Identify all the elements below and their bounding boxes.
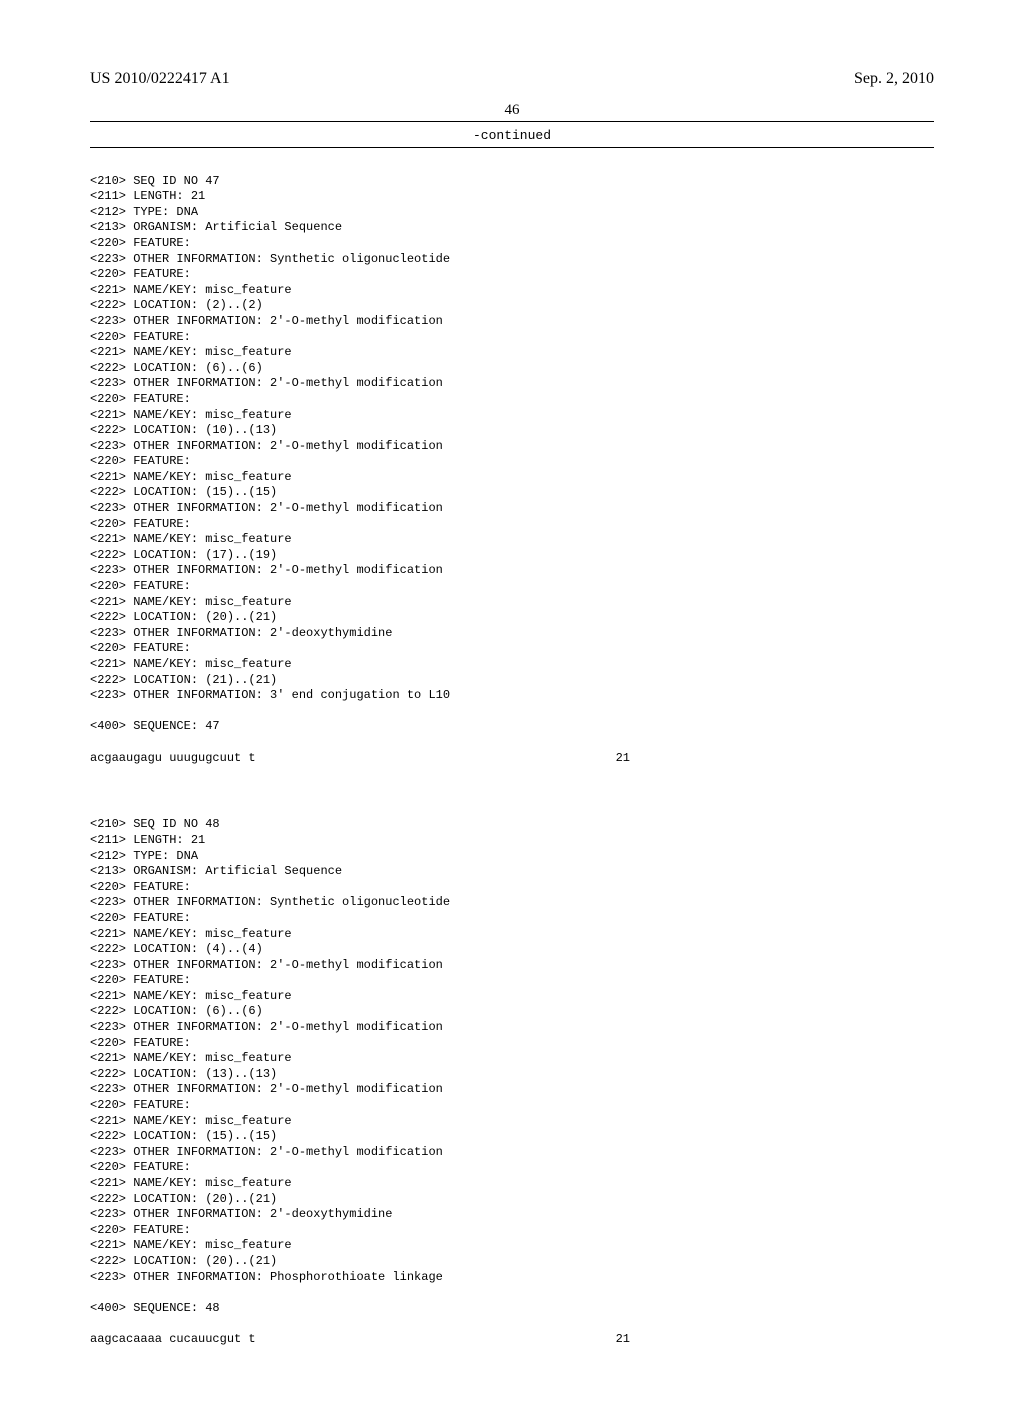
seq47-line: <221> NAME/KEY: misc_feature [90,345,292,359]
seq48-line: <221> NAME/KEY: misc_feature [90,927,292,941]
seq47-line: <210> SEQ ID NO 47 [90,174,220,188]
page-container: US 2010/0222417 A1 Sep. 2, 2010 46 -cont… [0,0,1024,1423]
seq47-line: <220> FEATURE: [90,579,191,593]
rule-top [90,121,934,122]
seq48-line: <222> LOCATION: (20)..(21) [90,1192,277,1206]
seq48-sequence-row: aagcacaaaa cucauucgut t 21 [90,1332,630,1348]
seq47-line: <223> OTHER INFORMATION: 3' end conjugat… [90,688,450,702]
seq47-line: <213> ORGANISM: Artificial Sequence [90,220,342,234]
seq47-line: <222> LOCATION: (15)..(15) [90,485,277,499]
seq47-line: <222> LOCATION: (6)..(6) [90,361,263,375]
seq47-line: <221> NAME/KEY: misc_feature [90,470,292,484]
seq47-line: <223> OTHER INFORMATION: 2'-O-methyl mod… [90,376,443,390]
rule-bottom [90,147,934,148]
seq47-line: <223> OTHER INFORMATION: 2'-O-methyl mod… [90,439,443,453]
seq47-line: <220> FEATURE: [90,236,191,250]
seq47-line: <220> FEATURE: [90,454,191,468]
seq47-sequence: acgaaugagu uuugugcuut t [90,751,256,767]
seq48-line: <221> NAME/KEY: misc_feature [90,1114,292,1128]
seq47-line: <223> OTHER INFORMATION: 2'-O-methyl mod… [90,563,443,577]
publication-date: Sep. 2, 2010 [854,70,934,88]
seq48-line: <222> LOCATION: (20)..(21) [90,1254,277,1268]
seq47-line: <220> FEATURE: [90,641,191,655]
seq48-line: <221> NAME/KEY: misc_feature [90,1176,292,1190]
seq47-line: <221> NAME/KEY: misc_feature [90,283,292,297]
seq47-line: <223> OTHER INFORMATION: 2'-deoxythymidi… [90,626,392,640]
seq47-line: <222> LOCATION: (21)..(21) [90,673,277,687]
seq48-line: <213> ORGANISM: Artificial Sequence [90,864,342,878]
seq48-line: <222> LOCATION: (4)..(4) [90,942,263,956]
seq48-line: <223> OTHER INFORMATION: 2'-O-methyl mod… [90,1145,443,1159]
seq47-line: <222> LOCATION: (10)..(13) [90,423,277,437]
seq47-line: <220> FEATURE: [90,392,191,406]
seq48-line: <220> FEATURE: [90,1098,191,1112]
seq48-line: <223> OTHER INFORMATION: 2'-O-methyl mod… [90,1020,443,1034]
seq48-sequence-label: <400> SEQUENCE: 48 [90,1301,220,1315]
seq48-line: <221> NAME/KEY: misc_feature [90,1238,292,1252]
seq47-line: <221> NAME/KEY: misc_feature [90,532,292,546]
seq48-line: <212> TYPE: DNA [90,849,198,863]
seq47-line: <222> LOCATION: (2)..(2) [90,298,263,312]
publication-number: US 2010/0222417 A1 [90,70,230,88]
seq47-sequence-label: <400> SEQUENCE: 47 [90,719,220,733]
seq47-sequence-length: 21 [600,751,630,767]
seq47-line: <223> OTHER INFORMATION: 2'-O-methyl mod… [90,501,443,515]
seq48-line: <223> OTHER INFORMATION: 2'-deoxythymidi… [90,1207,392,1221]
seq48-sequence-length: 21 [600,1332,630,1348]
seq48-line: <220> FEATURE: [90,880,191,894]
seq48-line: <222> LOCATION: (13)..(13) [90,1067,277,1081]
seq48-line: <223> OTHER INFORMATION: 2'-O-methyl mod… [90,958,443,972]
seq48-line: <220> FEATURE: [90,1160,191,1174]
seq48-line: <211> LENGTH: 21 [90,833,205,847]
seq-block-47: <210> SEQ ID NO 47 <211> LENGTH: 21 <212… [90,158,934,782]
seq48-line: <223> OTHER INFORMATION: 2'-O-methyl mod… [90,1082,443,1096]
seq-block-48: <210> SEQ ID NO 48 <211> LENGTH: 21 <212… [90,802,934,1363]
seq48-line: <220> FEATURE: [90,1223,191,1237]
seq47-line: <220> FEATURE: [90,267,191,281]
seq47-line: <223> OTHER INFORMATION: Synthetic oligo… [90,252,450,266]
seq48-line: <220> FEATURE: [90,973,191,987]
seq48-line: <220> FEATURE: [90,1036,191,1050]
seq48-line: <220> FEATURE: [90,911,191,925]
seq48-line: <223> OTHER INFORMATION: Synthetic oligo… [90,895,450,909]
seq48-line: <221> NAME/KEY: misc_feature [90,1051,292,1065]
seq47-line: <222> LOCATION: (20)..(21) [90,610,277,624]
page-header: US 2010/0222417 A1 Sep. 2, 2010 [90,70,934,88]
seq48-line: <222> LOCATION: (6)..(6) [90,1004,263,1018]
seq48-sequence: aagcacaaaa cucauucgut t [90,1332,256,1348]
seq47-line: <220> FEATURE: [90,517,191,531]
seq47-sequence-row: acgaaugagu uuugugcuut t 21 [90,751,630,767]
seq47-line: <220> FEATURE: [90,330,191,344]
seq47-line: <211> LENGTH: 21 [90,189,205,203]
seq48-line: <210> SEQ ID NO 48 [90,817,220,831]
seq47-line: <223> OTHER INFORMATION: 2'-O-methyl mod… [90,314,443,328]
seq48-line: <222> LOCATION: (15)..(15) [90,1129,277,1143]
seq48-line: <221> NAME/KEY: misc_feature [90,989,292,1003]
continued-label: -continued [90,128,934,143]
seq47-line: <221> NAME/KEY: misc_feature [90,657,292,671]
page-number: 46 [90,102,934,119]
seq47-line: <212> TYPE: DNA [90,205,198,219]
seq48-line: <223> OTHER INFORMATION: Phosphorothioat… [90,1270,443,1284]
seq47-line: <221> NAME/KEY: misc_feature [90,408,292,422]
seq47-line: <221> NAME/KEY: misc_feature [90,595,292,609]
seq47-line: <222> LOCATION: (17)..(19) [90,548,277,562]
